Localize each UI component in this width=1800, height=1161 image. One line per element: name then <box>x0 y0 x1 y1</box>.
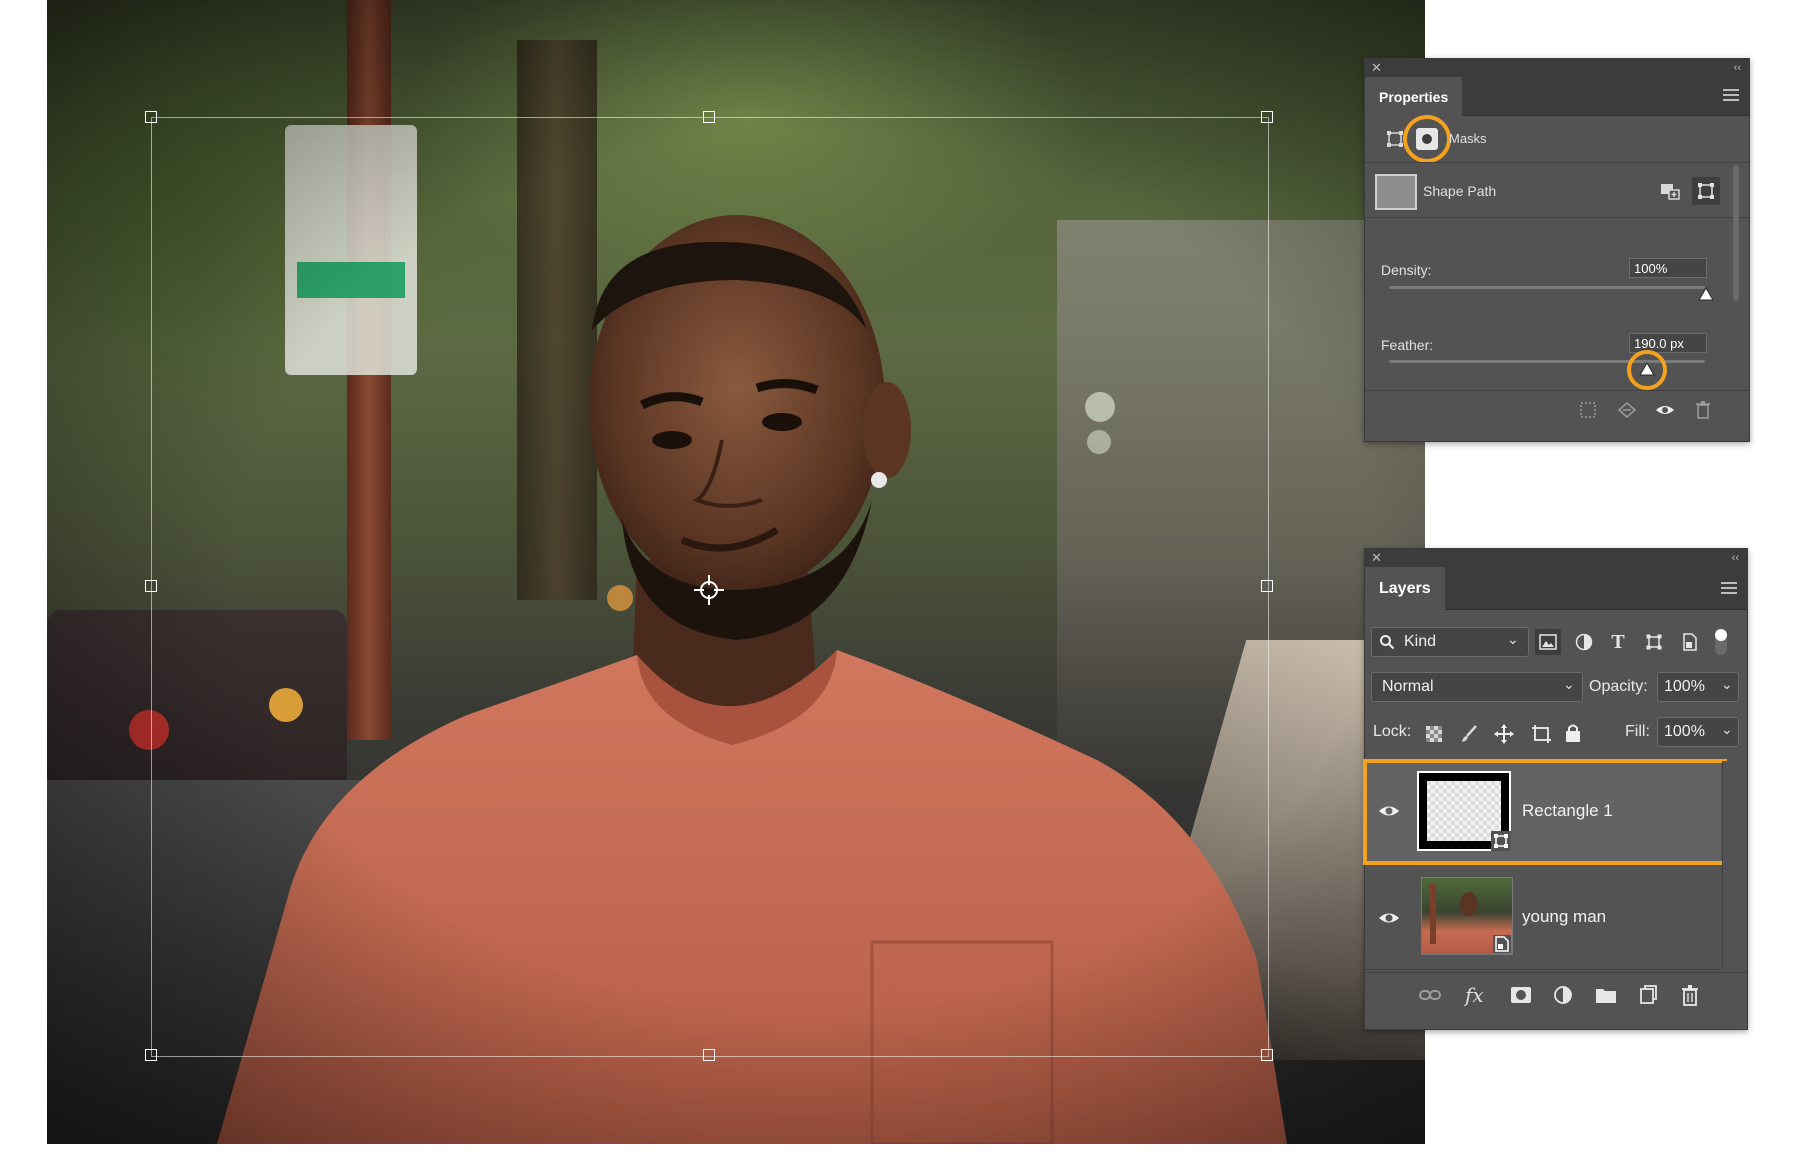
panel-titlebar: ✕ ‹‹ <box>1365 59 1749 77</box>
panel-menu-icon[interactable] <box>1723 89 1739 101</box>
fill-label: Fill: <box>1625 723 1650 740</box>
layer-style-fx-icon[interactable]: fx <box>1465 983 1484 1007</box>
mask-thumbnail[interactable] <box>1375 174 1417 210</box>
apply-mask-icon[interactable] <box>1617 401 1637 419</box>
layers-bottom-toolbar: fx <box>1365 972 1747 1021</box>
filter-toggle-switch[interactable] <box>1715 629 1727 655</box>
lock-position-move-icon[interactable] <box>1493 723 1515 745</box>
filter-pixel-layers-icon[interactable] <box>1535 629 1561 655</box>
collapse-icon[interactable]: ‹‹ <box>1734 59 1741 77</box>
transform-handle-bottom-right[interactable] <box>1261 1049 1273 1061</box>
new-adjustment-layer-icon[interactable] <box>1553 985 1573 1005</box>
filter-adjustment-layers-icon[interactable] <box>1571 629 1597 655</box>
properties-scrollbar[interactable] <box>1733 165 1739 301</box>
divider <box>1365 217 1749 218</box>
transform-handle-middle-left[interactable] <box>145 580 157 592</box>
vector-mask-icon[interactable] <box>1385 129 1405 149</box>
new-layer-icon[interactable] <box>1639 985 1657 1005</box>
lock-all-icon[interactable] <box>1565 723 1581 743</box>
filter-type-layers-icon[interactable]: T <box>1605 629 1631 655</box>
layers-tab-bar: Layers <box>1365 567 1747 610</box>
select-path-icon[interactable] <box>1692 177 1720 205</box>
add-layer-mask-icon[interactable] <box>1511 987 1531 1003</box>
masks-label: Masks <box>1449 131 1487 146</box>
blend-mode-value: Normal <box>1382 678 1434 695</box>
shape-path-label: Shape Path <box>1423 183 1497 199</box>
lock-image-pixels-brush-icon[interactable] <box>1459 724 1479 744</box>
close-icon[interactable]: ✕ <box>1371 59 1382 77</box>
highlight-outline-selected-layer <box>1363 759 1727 865</box>
properties-panel: ✕ ‹‹ Properties Masks Shape Path Density… <box>1364 58 1750 442</box>
filter-shape-layers-icon[interactable] <box>1641 629 1667 655</box>
fill-dropdown-icon[interactable]: ⌄ <box>1721 721 1733 738</box>
search-icon <box>1380 635 1395 650</box>
opacity-value: 100% <box>1664 678 1705 695</box>
chevron-down-icon: ⌄ <box>1563 676 1575 692</box>
delete-mask-icon[interactable] <box>1695 400 1711 420</box>
transform-handle-top-left[interactable] <box>145 111 157 123</box>
density-slider-thumb[interactable] <box>1698 287 1714 301</box>
load-selection-icon[interactable] <box>1579 401 1597 419</box>
feather-label: Feather: <box>1381 337 1434 353</box>
collapse-icon[interactable]: ‹‹ <box>1732 549 1739 567</box>
properties-bottom-toolbar <box>1365 390 1749 431</box>
panel-titlebar: ✕ ‹‹ <box>1365 549 1747 567</box>
new-group-folder-icon[interactable] <box>1595 986 1617 1004</box>
filter-kind-value: Kind <box>1404 633 1437 650</box>
transform-handle-bottom-center[interactable] <box>703 1049 715 1061</box>
close-icon[interactable]: ✕ <box>1371 549 1382 567</box>
add-mask-icon[interactable] <box>1659 181 1681 201</box>
transform-handle-middle-right[interactable] <box>1261 580 1273 592</box>
visibility-eye-icon[interactable] <box>1655 402 1675 418</box>
transform-handle-bottom-left[interactable] <box>145 1049 157 1061</box>
panel-menu-icon[interactable] <box>1721 582 1737 594</box>
filter-smart-objects-icon[interactable] <box>1677 629 1703 655</box>
link-layers-icon[interactable] <box>1419 987 1441 1003</box>
delete-layer-icon[interactable] <box>1681 984 1699 1006</box>
fill-value: 100% <box>1664 723 1705 740</box>
transform-handle-top-center[interactable] <box>703 111 715 123</box>
highlight-ring-masks <box>1403 115 1451 163</box>
highlight-ring-feather <box>1627 350 1667 390</box>
opacity-label: Opacity: <box>1589 678 1648 695</box>
layer-name[interactable]: young man <box>1522 907 1606 927</box>
properties-tab-bar: Properties <box>1365 77 1749 116</box>
layer-visibility-eye-icon[interactable] <box>1377 906 1401 930</box>
chevron-down-icon: ⌄ <box>1507 631 1519 647</box>
density-label: Density: <box>1381 262 1432 278</box>
opacity-dropdown-icon[interactable]: ⌄ <box>1721 676 1733 693</box>
density-slider-track[interactable] <box>1389 286 1705 289</box>
tab-properties[interactable]: Properties <box>1365 77 1463 116</box>
lock-label: Lock: <box>1373 723 1412 740</box>
blend-mode-select[interactable]: Normal <box>1371 672 1583 702</box>
divider <box>1365 162 1749 163</box>
transform-handle-top-right[interactable] <box>1261 111 1273 123</box>
lock-artboard-icon[interactable] <box>1530 724 1552 744</box>
layers-scrollbar-track[interactable] <box>1722 761 1747 969</box>
document-canvas[interactable] <box>47 0 1425 1144</box>
layers-panel: ✕ ‹‹ Layers Kind ⌄ T Normal ⌄ Opacity: 1… <box>1363 548 1748 1030</box>
tab-layers[interactable]: Layers <box>1365 567 1445 610</box>
reference-point-crosshair-icon[interactable] <box>692 573 726 607</box>
layer-row-young-man[interactable]: young man <box>1365 867 1721 970</box>
lock-transparent-pixels-icon[interactable] <box>1425 725 1443 743</box>
smart-object-badge-icon <box>1493 935 1511 953</box>
density-field[interactable]: 100% <box>1629 258 1707 278</box>
